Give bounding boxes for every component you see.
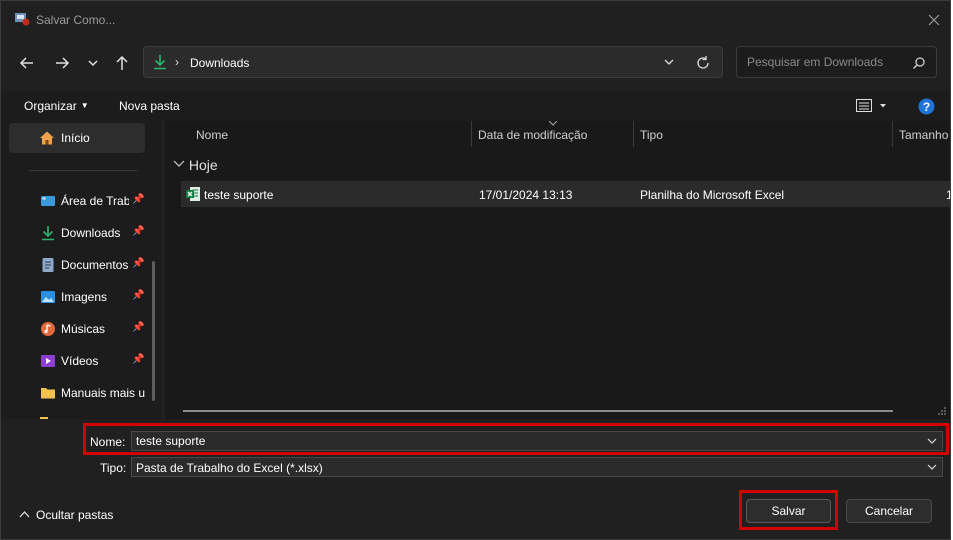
- view-options-icon[interactable]: [856, 99, 888, 113]
- search-box[interactable]: [736, 46, 937, 78]
- organize-label: Organizar: [24, 99, 77, 113]
- arrow-up-icon: [116, 55, 128, 70]
- folder-icon: [41, 388, 55, 399]
- sidebar-item-label: Manuais mais u: [61, 386, 146, 400]
- sidebar-item-pictures[interactable]: Imagens 📌: [9, 282, 145, 312]
- address-bar[interactable]: › Downloads: [143, 46, 723, 78]
- save-dialog-icon: [15, 13, 30, 26]
- arrow-left-icon: [19, 57, 33, 69]
- sidebar-scrollbar[interactable]: [152, 261, 155, 401]
- pin-icon[interactable]: 📌: [132, 322, 144, 333]
- music-icon: [41, 322, 55, 336]
- new-folder-button[interactable]: Nova pasta: [119, 99, 180, 113]
- sidebar-item-label: Imagens: [61, 290, 108, 304]
- cancel-button[interactable]: Cancelar: [846, 499, 932, 523]
- column-header-name[interactable]: Nome: [196, 128, 228, 142]
- download-icon: [42, 226, 54, 241]
- window-title: Salvar Como...: [36, 13, 116, 27]
- close-icon: [928, 14, 940, 26]
- file-modified: 17/01/2024 13:13: [479, 188, 573, 202]
- save-form: Nome: Tipo: Pasta de Trabalho do Excel (…: [1, 419, 950, 539]
- sidebar-item-label: Documentos: [61, 258, 129, 272]
- command-bar: Organizar ▼ Nova pasta ?: [1, 91, 950, 121]
- excel-file-icon: [186, 187, 200, 201]
- column-divider[interactable]: [633, 121, 634, 147]
- sidebar-item-desktop[interactable]: Área de Trabalho 📌: [9, 186, 145, 216]
- sidebar-item-documents[interactable]: Documentos 📌: [9, 250, 145, 280]
- sidebar-item-music[interactable]: Músicas 📌: [9, 314, 145, 344]
- sidebar-item-label: Área de Trabalho: [61, 194, 129, 208]
- pictures-icon: [41, 291, 55, 303]
- filetype-select[interactable]: Pasta de Trabalho do Excel (*.xlsx): [131, 457, 943, 477]
- search-icon[interactable]: [912, 56, 926, 70]
- group-header-today[interactable]: Hoje: [173, 157, 218, 173]
- pin-icon[interactable]: 📌: [132, 290, 144, 301]
- highlight-box-name: [83, 423, 949, 455]
- horizontal-scrollbar[interactable]: [183, 410, 893, 412]
- svg-text:?: ?: [923, 100, 930, 114]
- sidebar-item-folder[interactable]: Manuais mais u: [9, 378, 145, 408]
- navigation-pane: Início Área de Trabalho 📌 Downloads 📌 Do…: [1, 121, 161, 419]
- file-name: teste suporte: [204, 188, 274, 202]
- pin-icon[interactable]: 📌: [132, 194, 144, 205]
- up-button[interactable]: [110, 51, 134, 75]
- chevron-down-icon[interactable]: [926, 462, 938, 472]
- forward-button[interactable]: [50, 51, 74, 75]
- desktop-icon: [41, 196, 55, 206]
- title-bar: Salvar Como...: [1, 1, 950, 39]
- download-icon: [154, 55, 166, 70]
- back-button[interactable]: [15, 51, 39, 75]
- breadcrumb-chevron-icon: ›: [175, 55, 179, 69]
- chevron-down-icon: [88, 60, 98, 67]
- close-button[interactable]: [923, 9, 945, 31]
- arrow-right-icon: [56, 57, 70, 69]
- sidebar-item-home-label: Início: [61, 131, 90, 145]
- file-row[interactable]: teste suporte 17/01/2024 13:13 Planilha …: [181, 181, 950, 207]
- organize-caret-icon: ▼: [80, 101, 89, 110]
- column-divider[interactable]: [892, 121, 893, 147]
- refresh-icon[interactable]: [695, 55, 711, 71]
- save-as-dialog: Salvar Como... › Downloads Pesquisar em …: [0, 0, 951, 540]
- search-input[interactable]: [745, 54, 909, 70]
- pin-icon[interactable]: 📌: [132, 226, 144, 237]
- recent-locations-button[interactable]: [81, 51, 105, 75]
- file-type: Planilha do Microsoft Excel: [640, 188, 785, 202]
- home-icon: [40, 131, 54, 145]
- sidebar-divider: [29, 170, 137, 171]
- file-list: Nome Data de modificação Tipo Tamanho Ho…: [165, 121, 950, 419]
- chevron-up-icon: [19, 511, 30, 518]
- address-dropdown-icon[interactable]: [662, 55, 676, 69]
- sidebar-item-videos[interactable]: Vídeos 📌: [9, 346, 145, 376]
- sort-indicator-icon: [549, 121, 557, 126]
- hide-folders-label: Ocultar pastas: [36, 508, 114, 522]
- pin-icon[interactable]: 📌: [132, 354, 144, 365]
- column-header-size[interactable]: Tamanho: [899, 128, 948, 142]
- group-label: Hoje: [188, 157, 218, 173]
- resize-grip-icon[interactable]: [937, 406, 947, 416]
- documents-icon: [42, 258, 54, 272]
- sidebar-item-downloads[interactable]: Downloads 📌: [9, 218, 145, 248]
- highlight-box-save: [739, 490, 838, 530]
- chevron-down-icon: [173, 160, 185, 167]
- videos-icon: [41, 355, 55, 367]
- organize-menu[interactable]: Organizar ▼: [24, 99, 89, 113]
- sidebar-item-label: Vídeos: [61, 354, 99, 368]
- help-icon[interactable]: ?: [918, 98, 935, 115]
- type-label: Tipo:: [100, 461, 127, 475]
- filetype-value: Pasta de Trabalho do Excel (*.xlsx): [136, 461, 323, 475]
- column-header-type[interactable]: Tipo: [640, 128, 663, 142]
- breadcrumb-current[interactable]: Downloads: [190, 56, 249, 70]
- sidebar-item-label: Músicas: [61, 322, 106, 336]
- pin-icon[interactable]: 📌: [132, 258, 144, 269]
- sidebar-item-label: Downloads: [61, 226, 121, 240]
- column-header-modified[interactable]: Data de modificação: [478, 128, 587, 142]
- file-size: 1: [946, 188, 950, 202]
- sidebar-item-home[interactable]: Início: [9, 123, 145, 153]
- column-divider[interactable]: [471, 121, 472, 147]
